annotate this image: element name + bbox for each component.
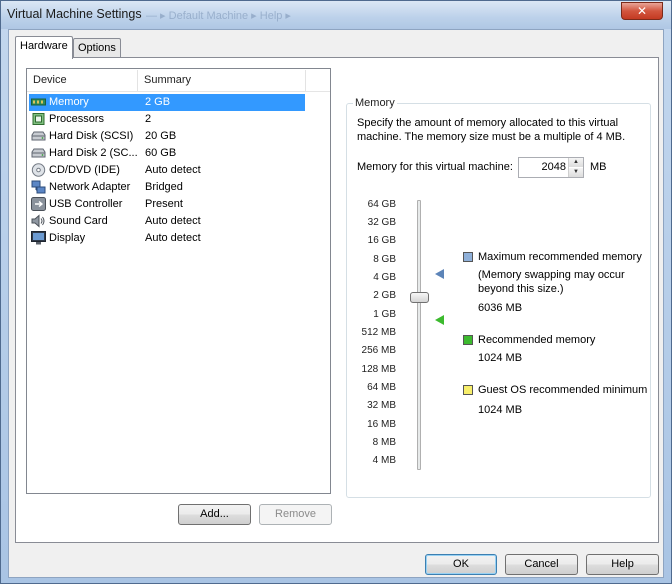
device-summary: 2: [145, 113, 152, 125]
slider-tick-label: 4 GB: [373, 272, 396, 283]
max-recommended-marker-icon: [435, 269, 444, 279]
title-bar[interactable]: Virtual Machine Settings — ▸ Default Mac…: [1, 1, 671, 29]
device-name: USB Controller: [49, 198, 123, 210]
device-row-cd-dvd[interactable]: CD/DVD (IDE) Auto detect: [29, 162, 305, 179]
memory-unit: MB: [590, 161, 607, 173]
ok-button[interactable]: OK: [425, 554, 497, 575]
slider-tick-label: 1 GB: [373, 309, 396, 320]
help-button[interactable]: Help: [586, 554, 659, 575]
background-window-title: — ▸ Default Machine ▸ Help ▸: [146, 10, 291, 22]
display-icon: [31, 231, 46, 245]
slider-tick-label: 128 MB: [361, 364, 396, 375]
spin-buttons: ▲ ▼: [568, 158, 583, 177]
window-title: Virtual Machine Settings: [7, 7, 142, 21]
slider-tick-label: 512 MB: [361, 327, 396, 338]
device-name: CD/DVD (IDE): [49, 164, 120, 176]
device-summary: Auto detect: [145, 232, 201, 244]
cancel-button[interactable]: Cancel: [505, 554, 578, 575]
guest-minimum-legend-icon: [463, 385, 473, 395]
device-summary: 60 GB: [145, 147, 177, 159]
recommended-marker-icon: [435, 315, 444, 325]
hard-disk-icon: [31, 148, 46, 158]
list-header: Device Summary: [27, 69, 330, 92]
device-row-sound-card[interactable]: Sound Card Auto detect: [29, 213, 305, 230]
memory-slider-track[interactable]: [417, 200, 421, 470]
device-name: Memory: [49, 96, 89, 108]
slider-tick-label: 2 GB: [373, 290, 396, 301]
slider-tick-label: 16 GB: [367, 235, 396, 246]
device-name: Display: [49, 232, 86, 244]
column-header-summary[interactable]: Summary: [144, 74, 191, 86]
device-name: Network Adapter: [49, 181, 131, 193]
device-list[interactable]: Device Summary Memory 2 GB Processors 2 …: [26, 68, 331, 494]
slider-tick-label: 8 GB: [373, 254, 396, 265]
device-name: Sound Card: [49, 215, 108, 227]
memory-input[interactable]: 2048: [542, 161, 566, 173]
device-summary: Auto detect: [145, 215, 201, 227]
slider-tick-label: 64 MB: [367, 382, 396, 393]
slider-tick-label: 32 GB: [367, 217, 396, 228]
dialog-client: Hardware Options Device Summary Memory 2…: [8, 29, 664, 578]
device-name: Processors: [49, 113, 105, 125]
memory-description: Specify the amount of memory allocated t…: [357, 117, 626, 143]
guest-minimum-value: 1024 MB: [478, 404, 523, 416]
hard-disk-icon: [31, 131, 46, 141]
slider-tick-label: 16 MB: [367, 419, 396, 430]
memory-icon: [31, 98, 46, 106]
max-recommended-note: (Memory swapping may occur beyond this s…: [478, 269, 625, 295]
device-summary: Bridged: [145, 181, 183, 193]
device-name: Hard Disk 2 (SC...: [49, 147, 138, 159]
spin-up-button[interactable]: ▲: [569, 158, 583, 167]
slider-tick-label: 4 MB: [372, 455, 396, 466]
device-row-memory[interactable]: Memory 2 GB: [29, 94, 305, 111]
tab-options[interactable]: Options: [73, 38, 121, 59]
memory-group: Memory Specify the amount of memory allo…: [346, 97, 651, 498]
device-summary: Auto detect: [145, 164, 201, 176]
close-button[interactable]: ✕: [621, 2, 663, 20]
slider-tick-label: 256 MB: [361, 345, 396, 356]
device-row-usb-controller[interactable]: USB Controller Present: [29, 196, 305, 213]
column-separator[interactable]: [137, 70, 138, 91]
column-header-device[interactable]: Device: [33, 74, 67, 86]
device-summary: 2 GB: [145, 96, 171, 108]
recommended-legend-icon: [463, 335, 473, 345]
memory-slider-thumb[interactable]: [410, 292, 429, 303]
device-row-network-adapter[interactable]: Network Adapter Bridged: [29, 179, 305, 196]
recommended-value: 1024 MB: [478, 352, 523, 364]
device-row-hard-disk[interactable]: Hard Disk (SCSI) 20 GB: [29, 128, 305, 145]
memory-field-label: Memory for this virtual machine:: [357, 161, 513, 173]
guest-minimum-title: Guest OS recommended minimum: [478, 384, 648, 396]
remove-button[interactable]: Remove: [259, 504, 332, 525]
spin-down-button[interactable]: ▼: [569, 168, 583, 177]
slider-tick-label: 64 GB: [367, 199, 396, 210]
device-row-processors[interactable]: Processors 2: [29, 111, 305, 128]
network-adapter-icon: [31, 180, 46, 194]
device-row-hard-disk-2[interactable]: Hard Disk 2 (SC... 60 GB: [29, 145, 305, 162]
usb-icon: [31, 197, 46, 211]
device-summary: Present: [145, 198, 183, 210]
column-separator[interactable]: [305, 70, 306, 91]
processor-icon: [32, 113, 45, 125]
sound-card-icon: [31, 214, 45, 228]
slider-tick-label: 32 MB: [367, 400, 396, 411]
device-summary: 20 GB: [145, 130, 177, 142]
max-recommended-value: 6036 MB: [478, 302, 523, 314]
settings-window: Virtual Machine Settings — ▸ Default Mac…: [0, 0, 672, 584]
max-recommended-legend-icon: [463, 252, 473, 262]
recommended-title: Recommended memory: [478, 334, 596, 346]
max-recommended-title: Maximum recommended memory: [478, 251, 642, 263]
slider-tick-label: 8 MB: [372, 437, 396, 448]
hardware-panel: Device Summary Memory 2 GB Processors 2 …: [15, 57, 659, 543]
tab-hardware[interactable]: Hardware: [15, 36, 73, 59]
memory-group-title: Memory: [353, 97, 397, 109]
memory-spinbox[interactable]: 2048 ▲ ▼: [518, 157, 584, 178]
cd-dvd-icon: [31, 163, 46, 177]
device-name: Hard Disk (SCSI): [49, 130, 134, 142]
device-row-display[interactable]: Display Auto detect: [29, 230, 305, 247]
add-button[interactable]: Add...: [178, 504, 251, 525]
